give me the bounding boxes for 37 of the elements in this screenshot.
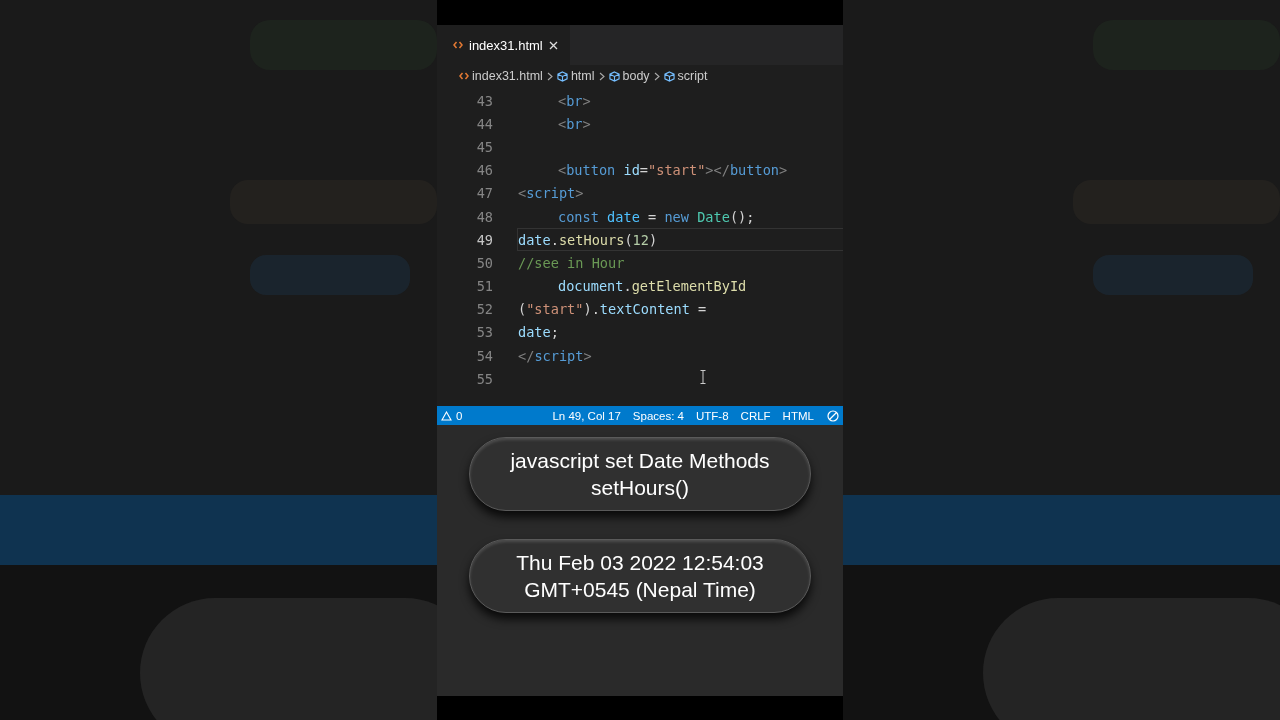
preview-button[interactable]: javascript set Date Methods setHours() <box>469 437 811 511</box>
line-number: 50 <box>475 254 493 271</box>
code-line: date.setHours(12) <box>518 231 658 248</box>
line-number: 44 <box>475 115 493 132</box>
line-number: 54 <box>475 347 493 364</box>
status-item[interactable]: CRLF <box>740 409 771 422</box>
code-line: <br> <box>558 92 591 109</box>
status-item[interactable]: UTF-8 <box>696 409 729 422</box>
breadcrumb-item[interactable]: html <box>556 69 595 83</box>
line-number: 55 <box>475 370 493 387</box>
code-line: document.getElementById <box>558 278 747 295</box>
line-number: 52 <box>475 301 493 318</box>
breadcrumb-item[interactable]: body <box>608 69 650 83</box>
status-item[interactable]: Ln 49, Col 17 <box>552 409 621 422</box>
status-item[interactable]: HTML <box>782 409 814 422</box>
code-line: //see in Hour <box>518 254 625 271</box>
code-line: <script> <box>518 185 584 202</box>
code-line: date; <box>518 324 559 341</box>
editor-tab[interactable]: index31.html <box>437 25 570 65</box>
line-number: 45 <box>475 138 493 155</box>
code-line: <button id="start"></button> <box>558 162 788 179</box>
line-number: 53 <box>475 324 493 341</box>
breadcrumb-item[interactable]: script <box>663 69 708 83</box>
line-number: 51 <box>475 278 493 295</box>
code-line: <br> <box>558 115 591 132</box>
preview-button[interactable]: Thu Feb 03 2022 12:54:03 GMT+0545 (Nepal Time) <box>469 539 811 613</box>
line-number: 48 <box>475 208 493 225</box>
line-number: 47 <box>475 185 493 202</box>
line-number: 46 <box>475 162 493 179</box>
line-number: 49 <box>475 231 493 248</box>
code-line: ("start").textContent = <box>518 301 707 318</box>
breadcrumb-item[interactable]: index31.html <box>459 69 543 83</box>
status-item[interactable]: Spaces: 4 <box>632 409 684 422</box>
problem-count[interactable]: 0 <box>456 409 463 422</box>
line-number: 43 <box>475 92 493 109</box>
code-line: </script> <box>518 347 592 364</box>
code-line: const date = new Date(); <box>558 208 755 225</box>
